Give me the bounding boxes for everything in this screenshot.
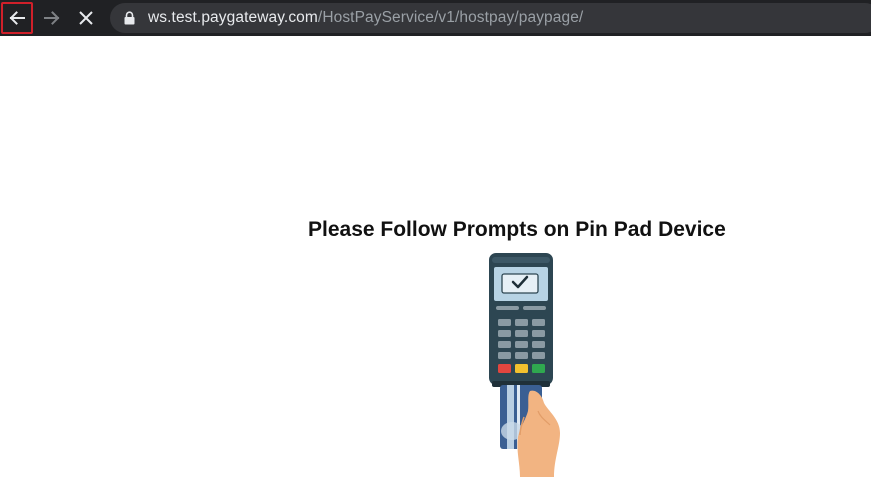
back-arrow-icon [9,11,25,25]
browser-toolbar: ws.test.paygateway.com/HostPayService/v1… [0,0,871,36]
back-button[interactable] [1,2,33,34]
address-bar[interactable]: ws.test.paygateway.com/HostPayService/v1… [110,3,871,33]
url-text[interactable]: ws.test.paygateway.com/HostPayService/v1… [148,9,583,27]
forward-button[interactable] [36,2,68,34]
url-host: ws.test.paygateway.com [148,9,318,26]
page-content: Please Follow Prompts on Pin Pad Device [0,36,871,477]
forward-arrow-icon [44,11,60,25]
stop-loading-icon [79,11,93,25]
url-path: /HostPayService/v1/hostpay/paypage/ [317,9,584,26]
stop-loading-button[interactable] [70,2,102,34]
pin-pad-prompt-title: Please Follow Prompts on Pin Pad Device [308,218,726,241]
pin-pad-device-illustration [489,253,560,477]
lock-icon [122,10,136,26]
